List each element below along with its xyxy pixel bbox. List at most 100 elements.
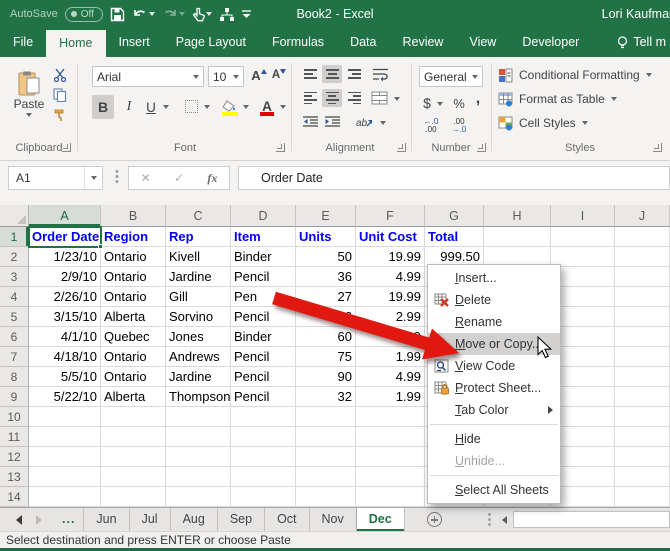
cell-f9[interactable]: 1.99 [356,387,425,407]
cell-d7[interactable]: Pencil [231,347,296,367]
cell-c12[interactable] [166,447,231,467]
font-color-button[interactable]: A [258,95,276,117]
enter-icon[interactable]: ✓ [174,171,184,185]
row-header-14[interactable]: 14 [0,487,29,507]
cell-e12[interactable] [296,447,356,467]
cancel-icon[interactable]: ✕ [141,171,151,185]
cell-e8[interactable]: 90 [296,367,356,387]
cell-a4[interactable]: 2/26/10 [29,287,101,307]
format-painter-button[interactable] [50,107,70,123]
insert-function-icon[interactable]: fx [207,171,217,186]
row-header-2[interactable]: 2 [0,247,29,267]
sheet-tab-jun[interactable]: Jun [83,508,128,531]
row-header-8[interactable]: 8 [0,367,29,387]
sheet-overflow-ellipsis[interactable]: ... [54,508,83,531]
cell-d14[interactable] [231,487,296,507]
top-align-button[interactable] [300,65,320,83]
formula-input[interactable]: Order Date [238,166,670,190]
cell-c10[interactable] [166,407,231,427]
align-right-button[interactable] [344,89,364,107]
underline-button[interactable]: U [142,95,160,119]
middle-align-button[interactable] [322,65,342,83]
cell-d8[interactable]: Pencil [231,367,296,387]
cell-c13[interactable] [166,467,231,487]
borders-dropdown-icon[interactable] [204,105,210,109]
org-chart-icon[interactable] [219,7,235,22]
increase-indent-button[interactable] [322,113,342,131]
menu-item-move-or-copy[interactable]: Move or Copy... [428,333,560,355]
menu-item-insert[interactable]: Insert... [428,267,560,289]
cell-c11[interactable] [166,427,231,447]
redo-button[interactable] [162,7,185,21]
cell-j13[interactable] [615,467,670,487]
cell-j14[interactable] [615,487,670,507]
percent-style-button[interactable]: % [450,93,468,113]
cell-d9[interactable]: Pencil [231,387,296,407]
row-header-10[interactable]: 10 [0,407,29,427]
center-button[interactable] [322,89,342,107]
shrink-font-button[interactable]: A [270,65,288,85]
cell-e10[interactable] [296,407,356,427]
format-as-table-button[interactable]: Format as Table [498,89,666,109]
scrollbar-track[interactable] [513,511,670,528]
number-dialog-launcher[interactable] [477,143,486,152]
cell-j8[interactable] [615,367,670,387]
column-header-h[interactable]: H [484,205,551,227]
name-box-dropdown[interactable] [84,167,102,189]
cell-d1[interactable]: Item [231,227,296,247]
row-header-11[interactable]: 11 [0,427,29,447]
orientation-dropdown-icon[interactable] [380,121,386,125]
undo-button[interactable] [132,7,155,21]
cell-a5[interactable]: 3/15/10 [29,307,101,327]
fill-color-button[interactable] [220,95,240,117]
bold-button[interactable]: B [92,95,114,119]
menu-item-view-code[interactable]: View Code [428,355,560,377]
cell-b14[interactable] [101,487,166,507]
row-header-7[interactable]: 7 [0,347,29,367]
row-header-9[interactable]: 9 [0,387,29,407]
cell-j10[interactable] [615,407,670,427]
sheet-tab-aug[interactable]: Aug [170,508,217,531]
cell-a3[interactable]: 2/9/10 [29,267,101,287]
sheet-tab-oct[interactable]: Oct [264,508,308,531]
accounting-format-button[interactable]: $ [419,93,435,113]
cell-a14[interactable] [29,487,101,507]
styles-dialog-launcher[interactable] [653,143,662,152]
alignment-dialog-launcher[interactable] [397,143,406,152]
row-header-4[interactable]: 4 [0,287,29,307]
column-header-j[interactable]: J [615,205,670,227]
touch-mouse-mode-button[interactable] [192,7,212,22]
cell-j9[interactable] [615,387,670,407]
comma-style-button[interactable]: , [472,89,484,109]
increase-decimal-button[interactable]: ←.0 .00 [419,115,443,137]
cell-b9[interactable]: Alberta [101,387,166,407]
ribbon-tab-review[interactable]: Review [389,28,456,57]
menu-item-select-all-sheets[interactable]: Select All Sheets [428,479,560,501]
cell-f8[interactable]: 4.99 [356,367,425,387]
cell-c6[interactable]: Jones [166,327,231,347]
cell-a7[interactable]: 4/18/10 [29,347,101,367]
ribbon-tab-page-layout[interactable]: Page Layout [163,28,259,57]
cell-f2[interactable]: 19.99 [356,247,425,267]
grow-font-button[interactable]: A [250,65,268,85]
orientation-button[interactable]: ab [352,113,376,131]
menu-item-rename[interactable]: Rename [428,311,560,333]
column-header-i[interactable]: I [551,205,615,227]
cell-g1[interactable]: Total [425,227,484,247]
cell-b10[interactable] [101,407,166,427]
cell-j12[interactable] [615,447,670,467]
cell-e9[interactable]: 32 [296,387,356,407]
font-dialog-launcher[interactable] [276,143,285,152]
cell-a2[interactable]: 1/23/10 [29,247,101,267]
cell-d5[interactable]: Pencil [231,307,296,327]
cell-a9[interactable]: 5/22/10 [29,387,101,407]
align-left-button[interactable] [300,89,320,107]
autosave-toggle[interactable]: Off [65,7,103,22]
user-name[interactable]: Lori Kaufman [602,0,670,28]
cell-d2[interactable]: Binder [231,247,296,267]
cell-d12[interactable] [231,447,296,467]
sheet-tab-jul[interactable]: Jul [129,508,170,531]
save-icon[interactable] [110,7,125,22]
ribbon-tab-insert[interactable]: Insert [106,28,163,57]
ribbon-tab-file[interactable]: File [0,28,46,57]
